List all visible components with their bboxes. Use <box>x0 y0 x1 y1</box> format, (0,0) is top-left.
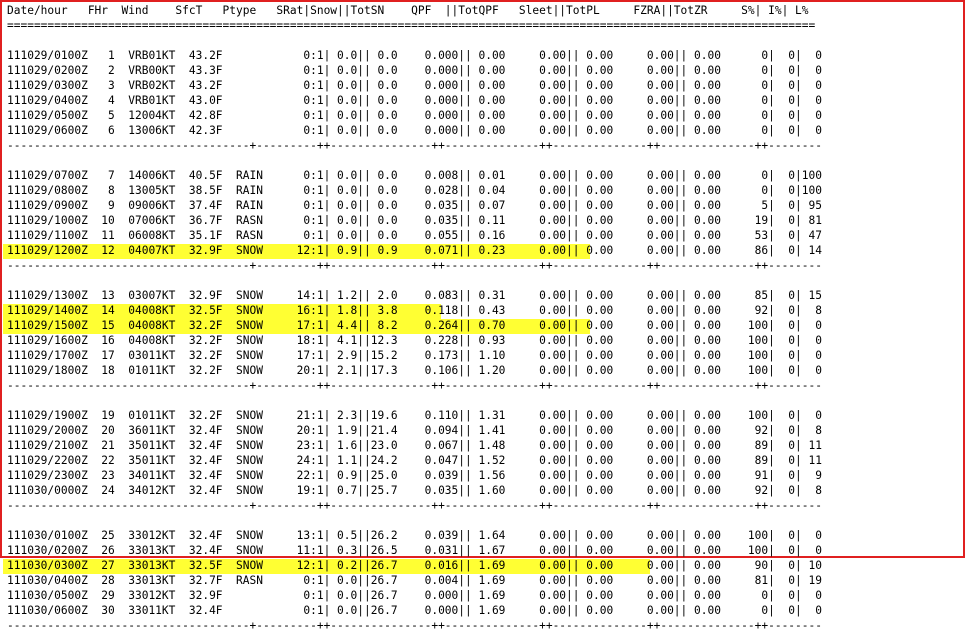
separator-text: ------------------------------------+---… <box>7 259 822 272</box>
table-row: 111029/1900Z 19 01011KT 32.2F SNOW 21:1|… <box>7 408 822 423</box>
table-row-text: 111030/0600Z 30 33011KT 32.4F 0:1| 0.0||… <box>7 604 822 617</box>
table-row: 111029/1500Z 15 04008KT 32.2F SNOW 17:1|… <box>3 318 822 334</box>
table-row-text: 111029/1700Z 17 03011KT 32.2F SNOW 17:1|… <box>7 349 822 362</box>
blank-row <box>7 153 822 168</box>
table-row-text: 111030/0000Z 24 34012KT 32.4F SNOW 19:1|… <box>7 484 822 497</box>
table-row: 111029/1000Z 10 07006KT 36.7F RASN 0:1| … <box>7 213 822 228</box>
table-row: 111029/0900Z 9 09006KT 37.4F RAIN 0:1| 0… <box>7 198 822 213</box>
table-header-text: Date/hour FHr Wind SfcT Ptype SRat|Snow|… <box>7 4 809 17</box>
separator: ========================================… <box>7 18 822 33</box>
table-row-text: 111030/0100Z 25 33012KT 32.4F SNOW 13:1|… <box>7 529 822 542</box>
table-row-text: 111029/0300Z 3 VRB02KT 43.2F 0:1| 0.0|| … <box>7 79 822 92</box>
separator-text: ------------------------------------+---… <box>7 139 822 152</box>
table-row: 111030/0600Z 30 33011KT 32.4F 0:1| 0.0||… <box>7 603 822 618</box>
table-row-text: 111029/1900Z 19 01011KT 32.2F SNOW 21:1|… <box>7 409 822 422</box>
table-row: 111029/0700Z 7 14006KT 40.5F RAIN 0:1| 0… <box>7 168 822 183</box>
blank-row <box>7 33 822 48</box>
table-row-text: 111029/0900Z 9 09006KT 37.4F RAIN 0:1| 0… <box>7 199 822 212</box>
table-row-text: 111029/2200Z 22 35011KT 32.4F SNOW 24:1|… <box>7 454 822 467</box>
table-row: 111029/1400Z 14 04008KT 32.5F SNOW 16:1|… <box>3 303 822 319</box>
table-row-text: 111029/0600Z 6 13006KT 42.3F 0:1| 0.0|| … <box>7 124 822 137</box>
separator-text: ========================================… <box>7 19 816 32</box>
table-row: 111029/0800Z 8 13005KT 38.5F RAIN 0:1| 0… <box>7 183 822 198</box>
blank-row-text <box>7 394 14 407</box>
table-row-text: 111029/0700Z 7 14006KT 40.5F RAIN 0:1| 0… <box>7 169 822 182</box>
table-row: 111029/1600Z 16 04008KT 32.2F SNOW 18:1|… <box>7 333 822 348</box>
table-row-text: 111030/0500Z 29 33012KT 32.9F 0:1| 0.0||… <box>7 589 822 602</box>
blank-row <box>7 393 822 408</box>
table-row-text: 111029/2300Z 23 34011KT 32.4F SNOW 22:1|… <box>7 469 822 482</box>
table-row-text: 111029/0100Z 1 VRB01KT 43.2F 0:1| 0.0|| … <box>7 49 822 62</box>
blank-row <box>7 513 822 528</box>
table-row-text: 111029/2000Z 20 36011KT 32.4F SNOW 20:1|… <box>7 424 822 437</box>
table-row: 111029/1700Z 17 03011KT 32.2F SNOW 17:1|… <box>7 348 822 363</box>
table-row-text: 111029/1100Z 11 06008KT 35.1F RASN 0:1| … <box>7 229 822 242</box>
separator-text: ------------------------------------+---… <box>7 379 822 392</box>
blank-row-text <box>7 274 14 287</box>
table-row-text: 111030/0400Z 28 33013KT 32.7F RASN 0:1| … <box>7 574 822 587</box>
blank-row-text <box>7 34 14 47</box>
table-row-text: 111029/0400Z 4 VRB01KT 43.0F 0:1| 0.0|| … <box>7 94 822 107</box>
table-row-text: 111029/0500Z 5 12004KT 42.8F 0:1| 0.0|| … <box>7 109 822 122</box>
separator-text: ------------------------------------+---… <box>7 499 822 512</box>
separator-text: ------------------------------------+---… <box>7 619 822 632</box>
table-row: 111029/1300Z 13 03007KT 32.9F SNOW 14:1|… <box>7 288 822 303</box>
table-row-text: 111029/1000Z 10 07006KT 36.7F RASN 0:1| … <box>7 214 822 227</box>
table-row: 111029/1200Z 12 04007KT 32.9F SNOW 12:1|… <box>3 243 822 259</box>
separator: ------------------------------------+---… <box>7 378 822 393</box>
table-row-text: 111029/1200Z 12 04007KT 32.9F SNOW 12:1|… <box>7 244 822 257</box>
table-row: 111030/0200Z 26 33013KT 32.4F SNOW 11:1|… <box>7 543 822 558</box>
table-row-text: 111030/0200Z 26 33013KT 32.4F SNOW 11:1|… <box>7 544 822 557</box>
table-row: 111029/0500Z 5 12004KT 42.8F 0:1| 0.0|| … <box>7 108 822 123</box>
table-row: 111029/2100Z 21 35011KT 32.4F SNOW 23:1|… <box>7 438 822 453</box>
table-row: 111029/2000Z 20 36011KT 32.4F SNOW 20:1|… <box>7 423 822 438</box>
table-row-text: 111029/1800Z 18 01011KT 32.2F SNOW 20:1|… <box>7 364 822 377</box>
table-row: 111029/1100Z 11 06008KT 35.1F RASN 0:1| … <box>7 228 822 243</box>
screenshot-frame: Date/hour FHr Wind SfcT Ptype SRat|Snow|… <box>0 0 965 632</box>
table-row: 111029/2300Z 23 34011KT 32.4F SNOW 22:1|… <box>7 468 822 483</box>
table-row: 111030/0500Z 29 33012KT 32.9F 0:1| 0.0||… <box>7 588 822 603</box>
table-row: 111029/0300Z 3 VRB02KT 43.2F 0:1| 0.0|| … <box>7 78 822 93</box>
forecast-table: Date/hour FHr Wind SfcT Ptype SRat|Snow|… <box>3 3 822 633</box>
separator: ------------------------------------+---… <box>7 498 822 513</box>
table-row-text: 111029/1600Z 16 04008KT 32.2F SNOW 18:1|… <box>7 334 822 347</box>
blank-row <box>7 273 822 288</box>
table-row: 111029/0600Z 6 13006KT 42.3F 0:1| 0.0|| … <box>7 123 822 138</box>
table-row-text: 111029/1400Z 14 04008KT 32.5F SNOW 16:1|… <box>7 304 822 317</box>
separator: ------------------------------------+---… <box>7 618 822 633</box>
blank-row-text <box>7 154 14 167</box>
table-row-text: 111030/0300Z 27 33013KT 32.5F SNOW 12:1|… <box>7 559 822 572</box>
table-row: 111029/0200Z 2 VRB00KT 43.3F 0:1| 0.0|| … <box>7 63 822 78</box>
table-row-text: 111029/1300Z 13 03007KT 32.9F SNOW 14:1|… <box>7 289 822 302</box>
blank-row-text <box>7 514 14 527</box>
table-row: 111029/0400Z 4 VRB01KT 43.0F 0:1| 0.0|| … <box>7 93 822 108</box>
separator: ------------------------------------+---… <box>7 138 822 153</box>
table-row-text: 111029/1500Z 15 04008KT 32.2F SNOW 17:1|… <box>7 319 822 332</box>
table-row: 111030/0400Z 28 33013KT 32.7F RASN 0:1| … <box>7 573 822 588</box>
table-row: 111029/1800Z 18 01011KT 32.2F SNOW 20:1|… <box>7 363 822 378</box>
table-row-text: 111029/0200Z 2 VRB00KT 43.3F 0:1| 0.0|| … <box>7 64 822 77</box>
table-row: 111030/0100Z 25 33012KT 32.4F SNOW 13:1|… <box>7 528 822 543</box>
table-row: 111029/0100Z 1 VRB01KT 43.2F 0:1| 0.0|| … <box>7 48 822 63</box>
table-row-text: 111029/0800Z 8 13005KT 38.5F RAIN 0:1| 0… <box>7 184 822 197</box>
table-header: Date/hour FHr Wind SfcT Ptype SRat|Snow|… <box>7 3 822 18</box>
table-row: 111030/0000Z 24 34012KT 32.4F SNOW 19:1|… <box>7 483 822 498</box>
separator: ------------------------------------+---… <box>7 258 822 273</box>
table-row: 111030/0300Z 27 33013KT 32.5F SNOW 12:1|… <box>3 558 822 574</box>
table-row-text: 111029/2100Z 21 35011KT 32.4F SNOW 23:1|… <box>7 439 822 452</box>
table-row: 111029/2200Z 22 35011KT 32.4F SNOW 24:1|… <box>7 453 822 468</box>
